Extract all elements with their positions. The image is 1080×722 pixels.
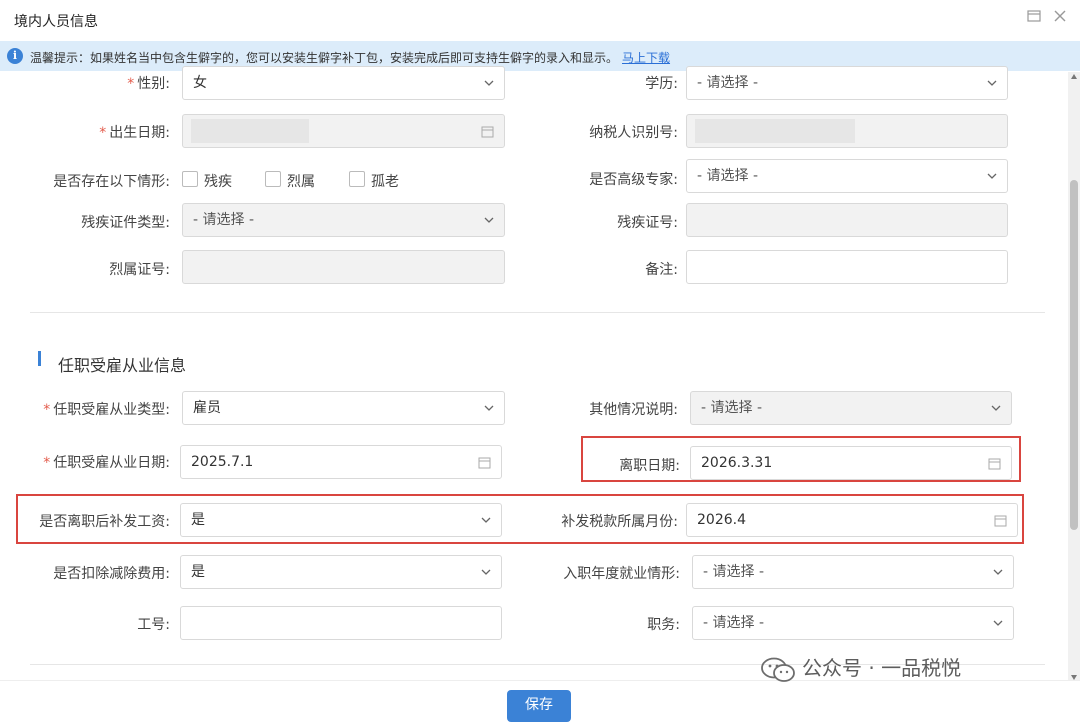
birth-date-field (182, 114, 505, 148)
watermark: 公众号 · 一品税悦 (760, 652, 961, 683)
chevron-down-icon (987, 80, 997, 86)
entry-year-label: 入职年度就业情形: (563, 566, 680, 582)
taxpayer-id-label: 纳税人识别号: (589, 125, 678, 141)
disabled-option-label: 残疾 (204, 174, 232, 190)
birth-date-label: * 出生日期: (99, 125, 170, 141)
section-divider (30, 312, 1045, 313)
tip-message: 温馨提示：如果姓名当中包含生僻字的，您可以安装生僻字补丁包，安装完成后即可支持生… (30, 51, 619, 65)
chevron-down-icon (993, 569, 1003, 575)
title-bar: 境内人员信息 (0, 0, 1080, 40)
chevron-down-icon (987, 173, 997, 179)
deduct-fee-select[interactable]: 是 (180, 555, 502, 589)
other-note-label: 其他情况说明: (589, 402, 678, 418)
position-label: 职务: (647, 617, 680, 633)
window-title: 境内人员信息 (14, 14, 98, 30)
martyr-cert-no-label: 烈属证号: (109, 262, 170, 278)
chevron-down-icon (484, 405, 494, 411)
elderly-alone-checkbox[interactable] (349, 171, 365, 187)
position-select[interactable]: - 请选择 - (692, 606, 1014, 640)
chevron-down-icon (993, 620, 1003, 626)
section-title: 任职受雇从业信息 (58, 356, 187, 375)
taxpayer-id-field (686, 114, 1008, 148)
disability-cert-no-label: 残疾证号: (617, 215, 678, 231)
employment-type-select[interactable]: 雇员 (182, 391, 505, 425)
restore-icon[interactable] (1026, 8, 1042, 24)
disabled-checkbox[interactable] (182, 171, 198, 187)
job-no-input[interactable] (180, 606, 502, 640)
redacted-value (191, 119, 309, 143)
other-note-select[interactable]: - 请选择 - (690, 391, 1012, 425)
martyr-cert-no-field (182, 250, 505, 284)
tip-text: 温馨提示：如果姓名当中包含生僻字的，您可以安装生僻字补丁包，安装完成后即可支持生… (30, 49, 670, 66)
chevron-down-icon (484, 217, 494, 223)
close-icon[interactable] (1052, 8, 1068, 24)
elderly-alone-option-label: 孤老 (371, 174, 399, 190)
info-icon: i (7, 48, 23, 64)
gender-select[interactable]: 女 (182, 66, 505, 100)
leave-date-highlight (581, 436, 1021, 482)
vertical-scrollbar[interactable] (1068, 72, 1080, 682)
chevron-down-icon (484, 80, 494, 86)
download-link[interactable]: 马上下载 (622, 51, 670, 65)
conditions-label: 是否存在以下情形: (53, 174, 170, 190)
senior-expert-label: 是否高级专家: (589, 172, 678, 188)
senior-expert-select[interactable]: - 请选择 - (686, 159, 1008, 193)
calendar-icon (481, 126, 494, 138)
start-date-label: * 任职受雇从业日期: (43, 455, 170, 471)
remark-label: 备注: (645, 262, 678, 278)
chevron-down-icon (481, 569, 491, 575)
disability-cert-type-select[interactable]: - 请选择 - (182, 203, 505, 237)
redacted-value (695, 119, 855, 143)
martyr-family-checkbox[interactable] (265, 171, 281, 187)
start-date-field[interactable]: 2025.7.1 (180, 445, 502, 479)
scroll-up-icon[interactable] (1071, 74, 1077, 79)
calendar-icon (478, 457, 491, 469)
education-select[interactable]: - 请选择 - (686, 66, 1008, 100)
martyr-family-option-label: 烈属 (287, 174, 315, 190)
watermark-text: 公众号 · 一品税悦 (802, 656, 962, 680)
wechat-icon (761, 657, 795, 682)
job-no-label: 工号: (137, 617, 170, 633)
back-pay-highlight (16, 494, 1024, 544)
disability-cert-type-label: 残疾证件类型: (81, 215, 170, 231)
employment-type-label: * 任职受雇从业类型: (43, 402, 170, 418)
deduct-fee-label: 是否扣除减除费用: (53, 566, 170, 582)
gender-label: * 性别: (127, 76, 170, 92)
scroll-thumb[interactable] (1070, 180, 1078, 530)
save-button[interactable]: 保存 (507, 690, 571, 722)
section-accent-bar (38, 351, 41, 366)
chevron-down-icon (991, 405, 1001, 411)
education-label: 学历: (645, 76, 678, 92)
remark-input[interactable] (686, 250, 1008, 284)
disability-cert-no-field (686, 203, 1008, 237)
entry-year-select[interactable]: - 请选择 - (692, 555, 1014, 589)
